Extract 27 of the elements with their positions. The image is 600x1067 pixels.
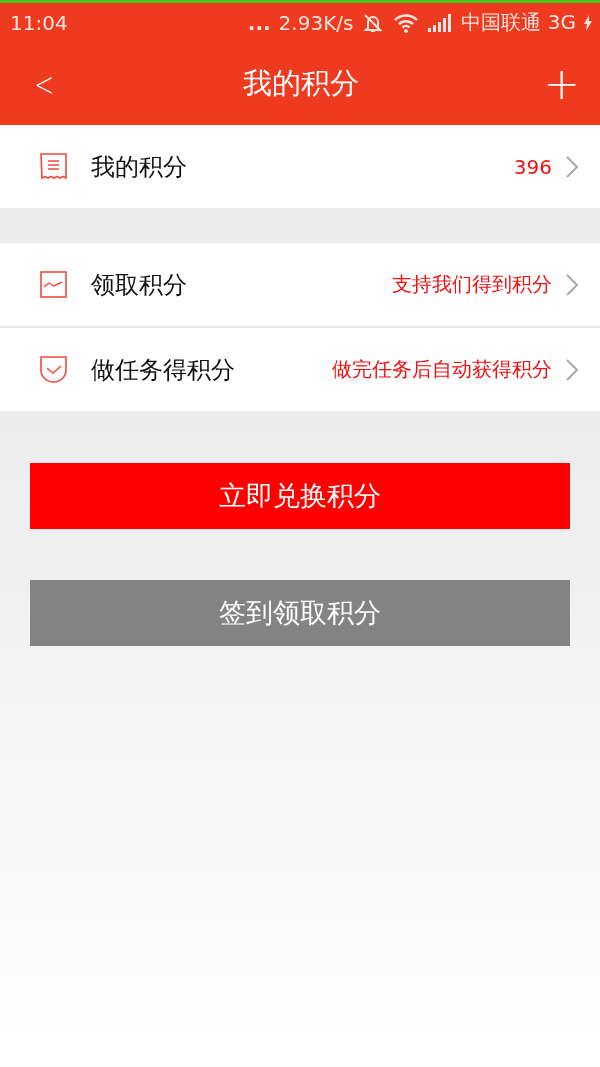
action-button[interactable]: 立即兑换积分 [30, 463, 570, 529]
row-label: 做任务得积分 [91, 354, 235, 386]
receipt-icon [40, 153, 67, 180]
menu-row[interactable]: 领取积分 支持我们得到积分 [0, 243, 600, 326]
row-value: 396 [513, 154, 552, 179]
more-dots: ... [247, 10, 271, 35]
row-value: 做完任务后自动获得积分 [332, 356, 552, 383]
chevron-right-icon [566, 155, 578, 178]
action-button[interactable]: 签到领取积分 [30, 580, 570, 646]
add-button[interactable]: + [535, 58, 588, 109]
menu-row[interactable]: 我的积分 396 [0, 125, 600, 208]
shield-check-icon [40, 356, 67, 383]
row-value: 支持我们得到积分 [392, 271, 552, 298]
clock: 11:04 [10, 10, 68, 35]
menu-row[interactable]: 做任务得积分 做完任务后自动获得积分 [0, 328, 600, 411]
back-button[interactable]: < [28, 63, 60, 104]
row-label: 我的积分 [91, 151, 187, 183]
wifi-icon [393, 12, 420, 33]
chevron-right-icon [566, 273, 578, 296]
carrier-label: 中国联通 3G [461, 9, 576, 36]
network-speed: 2.93K/s [278, 10, 354, 35]
row-label: 领取积分 [91, 269, 187, 301]
page-title: 我的积分 [242, 64, 359, 102]
chevron-right-icon [566, 358, 578, 381]
charging-icon [584, 14, 592, 31]
chart-icon [40, 271, 67, 298]
signal-icon [427, 13, 454, 32]
